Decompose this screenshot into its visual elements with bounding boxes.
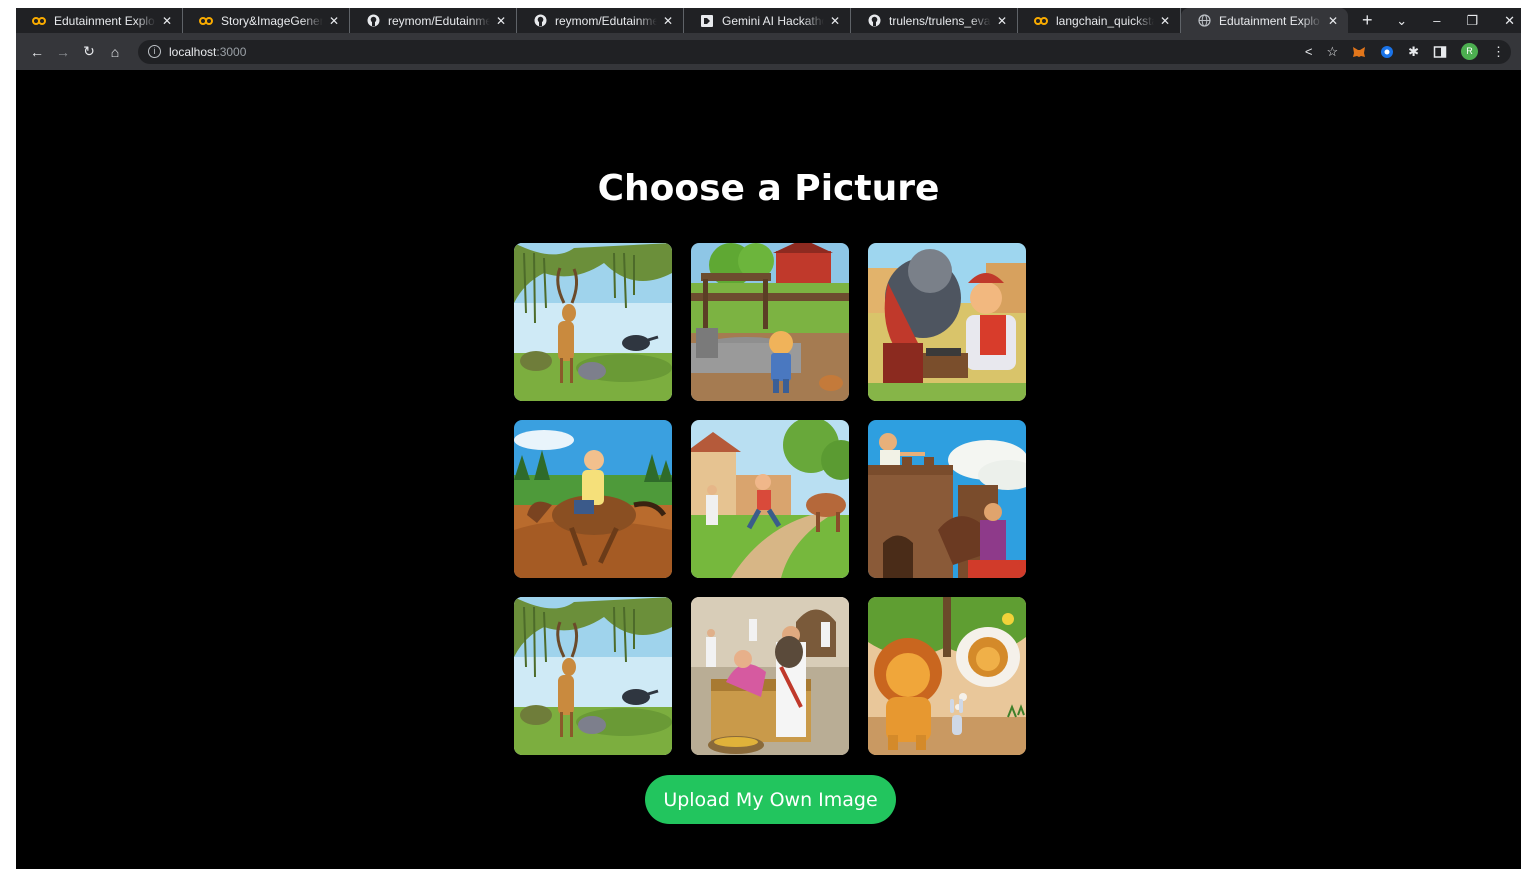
close-icon[interactable]: ✕	[329, 14, 339, 28]
puzzle-extensions-icon[interactable]: ✱	[1408, 44, 1419, 60]
browser-tab-6[interactable]: trulens/trulens_eva ✕	[851, 8, 1018, 33]
fort-scene-illustration	[868, 420, 1026, 578]
close-icon[interactable]: ✕	[1160, 14, 1170, 28]
omnibox-actions: < ☆ ✱ R ⋮	[1305, 43, 1505, 60]
upload-image-button[interactable]: Upload My Own Image	[645, 775, 896, 824]
tab-title: Story&ImageGener	[221, 13, 323, 28]
page-title: Choose a Picture	[597, 168, 940, 209]
close-window-icon[interactable]: ✕	[1504, 13, 1515, 29]
extension-blue-icon[interactable]	[1380, 45, 1394, 59]
picture-lion-rabbit[interactable]	[868, 597, 1026, 755]
elephant-scene-illustration	[868, 243, 1026, 401]
url-port: :3000	[216, 44, 247, 59]
picture-farm-boy-donkey[interactable]	[691, 243, 849, 401]
browser-tab-3[interactable]: reymom/Edutainme ✕	[350, 8, 517, 33]
tab-search-chevron-icon[interactable]: ⌄	[1396, 13, 1407, 29]
close-icon[interactable]: ✕	[162, 14, 172, 28]
tab-title: trulens/trulens_eva	[889, 13, 991, 28]
close-icon[interactable]: ✕	[830, 14, 840, 28]
tab-title: Edutainment Explo	[1219, 13, 1320, 28]
share-icon[interactable]: <	[1305, 44, 1313, 59]
picture-horse-rider[interactable]	[514, 420, 672, 578]
lion-rabbit-illustration	[868, 597, 1026, 755]
tab-title: langchain_quicksta	[1056, 13, 1154, 28]
info-icon[interactable]: i	[148, 45, 161, 58]
browser-tab-strip: Edutainment Explo ✕ Story&ImageGener ✕ r…	[16, 8, 1521, 33]
github-icon	[366, 14, 380, 28]
browser-tab-5[interactable]: Gemini AI Hackatho ✕	[684, 8, 851, 33]
picture-deer-crow-turtle[interactable]	[514, 243, 672, 401]
tab-title: reymom/Edutainme	[555, 13, 657, 28]
close-icon[interactable]: ✕	[1328, 14, 1338, 28]
close-icon[interactable]: ✕	[663, 14, 673, 28]
minimize-icon[interactable]: –	[1433, 13, 1440, 28]
page-content: Choose a Picture Upload My Own Image	[16, 70, 1521, 869]
github-icon	[533, 14, 547, 28]
metamask-extension-icon[interactable]	[1352, 45, 1366, 59]
tab-title: Edutainment Explo	[54, 13, 155, 28]
new-tab-icon[interactable]: +	[1362, 10, 1373, 31]
browser-tab-4[interactable]: reymom/Edutainme ✕	[517, 8, 684, 33]
picture-boy-running-cow[interactable]	[691, 420, 849, 578]
github-icon	[867, 14, 881, 28]
back-arrow-icon[interactable]: ←	[26, 44, 48, 60]
tab-title: Gemini AI Hackatho	[722, 13, 824, 28]
deer-scene-illustration	[514, 597, 672, 755]
tab-title: reymom/Edutainme	[388, 13, 490, 28]
side-panel-icon[interactable]	[1433, 45, 1447, 59]
colab-icon	[32, 14, 46, 28]
profile-avatar[interactable]: R	[1461, 43, 1478, 60]
menu-kebab-icon[interactable]: ⋮	[1492, 44, 1505, 60]
url-host: localhost	[169, 44, 217, 59]
browser-toolbar: ← → ↻ ⌂ i localhost :3000 < ☆ ✱ R ⋮	[16, 33, 1521, 70]
devpost-icon	[700, 14, 714, 28]
picture-elephant-merchant[interactable]	[868, 243, 1026, 401]
browser-tab-active[interactable]: Edutainment Explo ✕	[1181, 8, 1348, 33]
colab-icon	[199, 14, 213, 28]
browser-tab-1[interactable]: Edutainment Explo ✕	[16, 8, 183, 33]
farm-scene-illustration	[691, 243, 849, 401]
globe-icon	[1197, 14, 1211, 28]
picture-fort-rider[interactable]	[868, 420, 1026, 578]
horse-rider-illustration	[514, 420, 672, 578]
picture-grid	[514, 243, 1028, 755]
reload-icon[interactable]: ↻	[78, 43, 100, 60]
deer-scene-illustration	[514, 243, 672, 401]
window-controls: ⌄ – ❐ ✕	[1396, 13, 1521, 29]
address-bar[interactable]: i localhost :3000 < ☆ ✱ R ⋮	[138, 39, 1511, 64]
close-icon[interactable]: ✕	[997, 14, 1007, 28]
picture-deer-crow-turtle-2[interactable]	[514, 597, 672, 755]
browser-tab-2[interactable]: Story&ImageGener ✕	[183, 8, 350, 33]
browser-tab-7[interactable]: langchain_quicksta ✕	[1018, 8, 1181, 33]
palace-scene-illustration	[691, 597, 849, 755]
restore-icon[interactable]: ❐	[1466, 13, 1478, 29]
picture-palace-treasure[interactable]	[691, 597, 849, 755]
close-icon[interactable]: ✕	[496, 14, 506, 28]
bookmark-star-icon[interactable]: ☆	[1326, 44, 1338, 60]
colab-icon	[1034, 14, 1048, 28]
village-run-illustration	[691, 420, 849, 578]
forward-arrow-icon[interactable]: →	[52, 44, 74, 60]
home-icon[interactable]: ⌂	[104, 44, 126, 60]
